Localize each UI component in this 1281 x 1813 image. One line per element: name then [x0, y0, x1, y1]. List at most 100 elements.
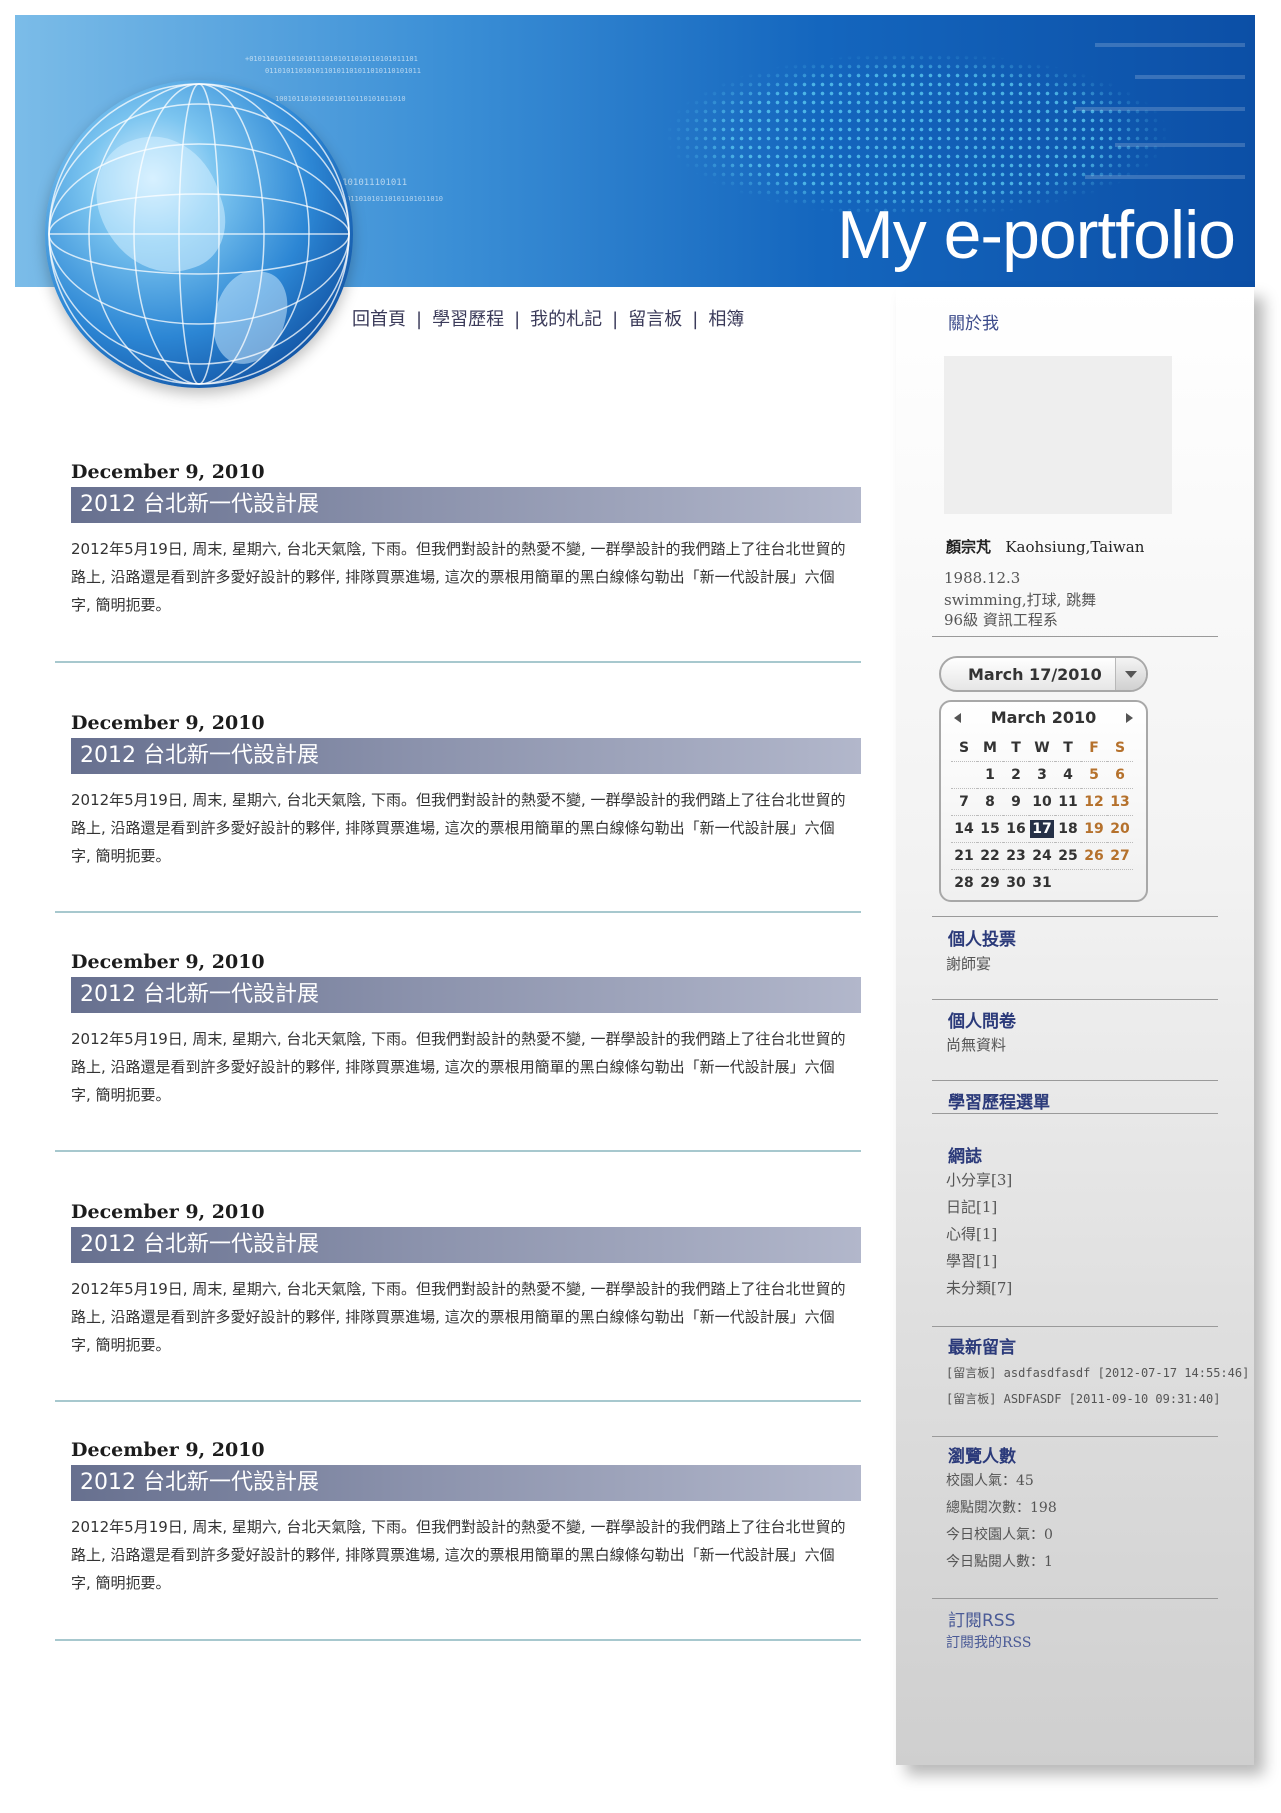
post-body: 2012年5月19日, 周末, 星期六, 台北天氣陰, 下雨。但我們對設計的熱愛… [71, 1518, 846, 1592]
site-title: My e-portfolio [837, 197, 1236, 273]
about-birthday: 1988.12.3 [944, 569, 1021, 587]
post-title[interactable]: 2012 台北新一代設計展 [71, 487, 861, 523]
calendar-day[interactable]: 14 [951, 815, 977, 843]
visitor-stat: 今日校園人氣：0 [946, 1527, 1053, 1543]
date-picker-field[interactable]: March 17/2010 [939, 656, 1148, 692]
calendar-day[interactable]: 27 [1107, 842, 1133, 870]
calendar-day[interactable]: 3 [1029, 761, 1055, 789]
profile-photo [944, 356, 1172, 514]
calendar-day[interactable]: 12 [1081, 788, 1107, 816]
nav-guestbook[interactable]: 留言板 [628, 309, 682, 330]
blog-category-link[interactable]: 心得[1] [946, 1223, 997, 1244]
post-divider [55, 661, 861, 663]
latest-comments-heading: 最新留言 [948, 1338, 1016, 1358]
vote-heading: 個人投票 [948, 930, 1016, 950]
blog-category-link[interactable]: 學習[1] [946, 1250, 997, 1271]
arrow-decoration [1115, 143, 1245, 147]
comment-link[interactable]: [留言板] asdfasdfasdf [2012-07-17 14:55:46] [946, 1364, 1249, 1381]
calendar-day[interactable]: 18 [1055, 815, 1081, 843]
calendar-day[interactable]: 6 [1107, 761, 1133, 789]
calendar-day[interactable]: 28 [951, 870, 977, 897]
calendar-day[interactable]: 20 [1107, 815, 1133, 843]
post-date: December 9, 2010 [71, 1439, 265, 1461]
calendar-day[interactable]: 4 [1055, 761, 1081, 789]
calendar-day[interactable]: 22 [977, 842, 1003, 870]
calendar-grid: S M T W T F S 1 2 3 4 5 6 7 8 9 10 11 12… [951, 735, 1133, 896]
weekday-label: T [1003, 735, 1029, 762]
nav-home[interactable]: 回首頁 [352, 309, 406, 330]
nav-my-notes[interactable]: 我的札記 [530, 309, 602, 330]
calendar-day[interactable]: 26 [1081, 842, 1107, 870]
calendar-day[interactable]: 13 [1107, 788, 1133, 816]
calendar-day[interactable]: 2 [1003, 761, 1029, 789]
calendar-day[interactable]: 15 [977, 815, 1003, 843]
sidebar-divider [932, 1598, 1218, 1599]
sidebar-divider [932, 636, 1218, 637]
post-title[interactable]: 2012 台北新一代設計展 [71, 1227, 861, 1263]
nav-album[interactable]: 相簿 [708, 309, 744, 330]
about-location: Kaohsiung,Taiwan [1005, 538, 1145, 556]
calendar-day[interactable]: 11 [1055, 788, 1081, 816]
visitors-heading: 瀏覽人數 [948, 1447, 1016, 1467]
calendar-day[interactable]: 25 [1055, 842, 1081, 870]
post-date: December 9, 2010 [71, 1201, 265, 1223]
blog-category-link[interactable]: 日記[1] [946, 1196, 997, 1217]
calendar-day-selected[interactable]: 17 [1029, 815, 1055, 843]
calendar-day[interactable]: 30 [1003, 870, 1029, 897]
about-heading: 關於我 [948, 314, 999, 334]
sidebar-divider [932, 1436, 1218, 1437]
post-date: December 9, 2010 [71, 712, 265, 734]
vote-item[interactable]: 謝師宴 [946, 953, 991, 974]
sidebar-divider [932, 1080, 1218, 1081]
blog-heading: 網誌 [948, 1147, 982, 1167]
calendar-day[interactable]: 19 [1081, 815, 1107, 843]
calendar-day[interactable]: 1 [977, 761, 1003, 789]
nav-separator: | [612, 309, 619, 330]
binary-decoration: +010110101101010111010101101011010101110… [245, 55, 418, 63]
rss-heading[interactable]: 訂閱RSS [948, 1606, 1015, 1631]
blog-category-link[interactable]: 小分享[3] [946, 1169, 1012, 1190]
visitor-stat: 校園人氣：45 [946, 1473, 1034, 1489]
calendar-day [1107, 870, 1133, 897]
post-divider [55, 1639, 861, 1641]
blog-category-link[interactable]: 未分類[7] [946, 1277, 1012, 1298]
main-nav: 回首頁 | 學習歷程 | 我的札記 | 留言板 | 相簿 [352, 305, 744, 331]
chevron-down-icon[interactable] [1115, 658, 1146, 690]
portfolio-menu-heading[interactable]: 學習歷程選單 [948, 1088, 1050, 1113]
calendar-day[interactable]: 24 [1029, 842, 1055, 870]
calendar-day[interactable]: 10 [1029, 788, 1055, 816]
arrow-decoration [1095, 43, 1245, 47]
post-date: December 9, 2010 [71, 461, 265, 483]
post-divider [55, 1150, 861, 1152]
calendar-day[interactable]: 31 [1029, 870, 1055, 897]
rss-link[interactable]: 訂閱我的RSS [946, 1632, 1031, 1652]
calendar-day[interactable]: 5 [1081, 761, 1107, 789]
post-title[interactable]: 2012 台北新一代設計展 [71, 977, 861, 1013]
sidebar-divider [932, 916, 1218, 917]
calendar-day [1081, 870, 1107, 897]
calendar-day[interactable]: 21 [951, 842, 977, 870]
blog-post: December 9, 2010 2012 台北新一代設計展 2012年5月19… [55, 457, 861, 663]
post-body: 2012年5月19日, 周末, 星期六, 台北天氣陰, 下雨。但我們對設計的熱愛… [71, 1280, 846, 1354]
calendar-day[interactable]: 8 [977, 788, 1003, 816]
post-title[interactable]: 2012 台北新一代設計展 [71, 1465, 861, 1501]
calendar-day[interactable]: 9 [1003, 788, 1029, 816]
calendar-day [1055, 870, 1081, 897]
next-month-icon[interactable] [1126, 713, 1133, 723]
survey-heading: 個人問卷 [948, 1012, 1016, 1032]
calendar-day[interactable]: 16 [1003, 815, 1029, 843]
arrow-decoration [1075, 107, 1245, 111]
nav-learning-history[interactable]: 學習歷程 [432, 309, 504, 330]
calendar-day[interactable]: 7 [951, 788, 977, 816]
post-title[interactable]: 2012 台北新一代設計展 [71, 738, 861, 774]
calendar-day[interactable]: 29 [977, 870, 1003, 897]
sidebar-divider [932, 1113, 1218, 1114]
post-body: 2012年5月19日, 周末, 星期六, 台北天氣陰, 下雨。但我們對設計的熱愛… [71, 540, 846, 614]
post-date: December 9, 2010 [71, 951, 265, 973]
nav-separator: | [692, 309, 699, 330]
visitor-stat: 總點閱次數：198 [946, 1500, 1057, 1516]
weekday-label: F [1081, 735, 1107, 762]
calendar-day[interactable]: 23 [1003, 842, 1029, 870]
comment-link[interactable]: [留言板] ASDFASDF [2011-09-10 09:31:40] [946, 1390, 1220, 1407]
weekday-label: S [951, 735, 977, 762]
